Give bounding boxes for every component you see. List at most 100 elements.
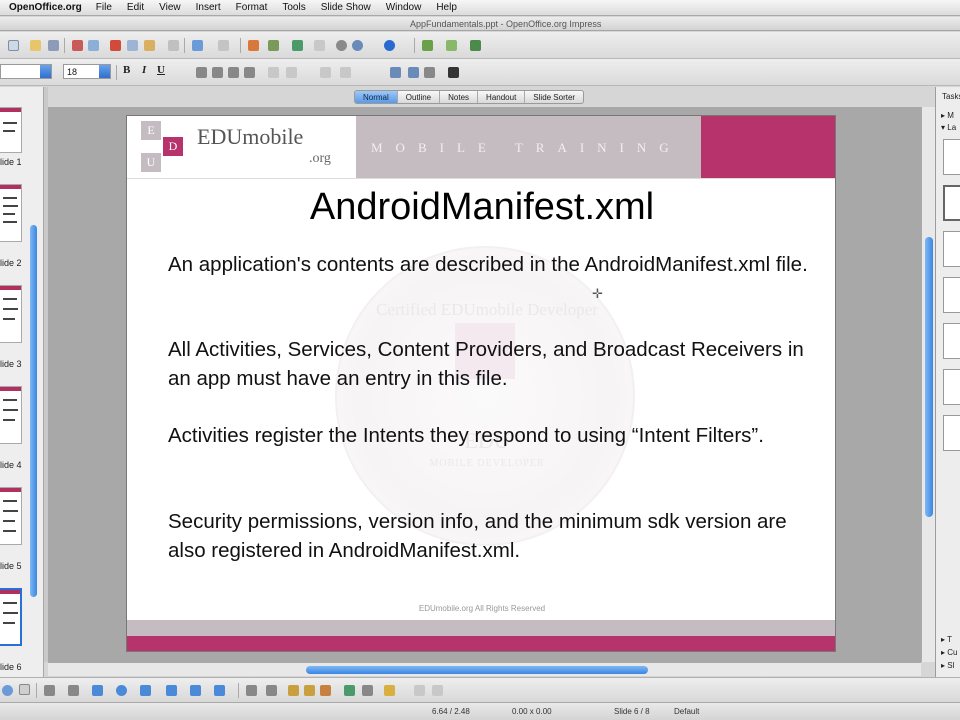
paste-icon[interactable] — [144, 40, 155, 51]
slide-show-icon[interactable] — [470, 40, 481, 51]
connector-icon[interactable] — [68, 685, 79, 696]
block-arrows-icon[interactable] — [140, 685, 151, 696]
task-pane-item[interactable]: ▸ Cu — [941, 648, 957, 657]
slide-canvas[interactable]: E D U EDUmobile .org MOBILE TRAINING Cer… — [126, 115, 836, 652]
bullet-text[interactable]: Activities register the Intents they res… — [168, 422, 808, 451]
menu-window[interactable]: Window — [386, 2, 422, 13]
tab-handout[interactable]: Handout — [478, 91, 526, 103]
indent-icon[interactable] — [320, 67, 331, 78]
open-icon[interactable] — [30, 40, 41, 51]
numbering-icon[interactable] — [286, 67, 297, 78]
font-color-icon[interactable] — [448, 67, 459, 78]
scrollbar-thumb[interactable] — [925, 237, 933, 517]
bullet-text[interactable]: An application's contents are described … — [168, 251, 808, 280]
copy-icon[interactable] — [127, 40, 138, 51]
tab-outline[interactable]: Outline — [398, 91, 441, 103]
new-document-icon[interactable] — [8, 40, 19, 51]
layout-preview[interactable] — [943, 323, 960, 359]
tab-notes[interactable]: Notes — [440, 91, 479, 103]
gallery-icon[interactable] — [304, 685, 315, 696]
help-icon[interactable] — [384, 40, 395, 51]
rotate-icon[interactable] — [344, 685, 355, 696]
bold-button[interactable]: B — [123, 64, 130, 76]
menu-help[interactable]: Help — [436, 2, 457, 13]
underline-button[interactable]: U — [157, 64, 165, 76]
menu-edit[interactable]: Edit — [127, 2, 144, 13]
email-icon[interactable] — [72, 40, 83, 51]
slide-title[interactable]: AndroidManifest.xml — [127, 186, 835, 229]
bullets-icon[interactable] — [268, 67, 279, 78]
basic-shapes-icon[interactable] — [92, 685, 103, 696]
undo-icon[interactable] — [192, 40, 203, 51]
task-pane-item[interactable]: ▸ M — [941, 111, 954, 120]
arrange-icon[interactable] — [384, 685, 395, 696]
extrusion-icon[interactable] — [414, 685, 425, 696]
tab-slide-sorter[interactable]: Slide Sorter — [525, 91, 583, 103]
from-file-icon[interactable] — [288, 685, 299, 696]
task-pane-item[interactable]: ▾ La — [941, 123, 956, 132]
layout-preview[interactable] — [943, 277, 960, 313]
redo-icon[interactable] — [218, 40, 229, 51]
tab-normal[interactable]: Normal — [355, 91, 398, 103]
chevron-down-icon[interactable] — [99, 65, 110, 78]
outdent-icon[interactable] — [340, 67, 351, 78]
slide-thumbnail-2[interactable] — [0, 184, 22, 242]
table-icon[interactable] — [268, 40, 279, 51]
bullet-text[interactable]: Security permissions, version info, and … — [168, 508, 808, 565]
zoom-icon[interactable] — [352, 40, 363, 51]
character-icon[interactable] — [424, 67, 435, 78]
slide-thumbnail-3[interactable] — [0, 285, 22, 343]
fontwork-icon[interactable] — [320, 685, 331, 696]
menu-file[interactable]: File — [96, 2, 112, 13]
format-paintbrush-icon[interactable] — [168, 40, 179, 51]
font-size-box[interactable]: 18 — [63, 64, 111, 79]
points-icon[interactable] — [246, 685, 257, 696]
menu-view[interactable]: View — [159, 2, 181, 13]
show-draw-functions-icon[interactable] — [314, 40, 325, 51]
callouts-icon[interactable] — [190, 685, 201, 696]
decrease-spacing-icon[interactable] — [408, 67, 419, 78]
menu-format[interactable]: Format — [236, 2, 268, 13]
slide-design-icon[interactable] — [446, 40, 457, 51]
ellipse-icon[interactable] — [2, 685, 13, 696]
italic-button[interactable]: I — [142, 64, 146, 76]
slide-thumbnail-6[interactable] — [0, 588, 22, 646]
alignment-icon[interactable] — [362, 685, 373, 696]
font-name-box[interactable] — [0, 64, 52, 79]
slide-thumbnail-4[interactable] — [0, 386, 22, 444]
slide-thumbnail-5[interactable] — [0, 487, 22, 545]
curve-icon[interactable] — [44, 685, 55, 696]
scrollbar-thumb[interactable] — [306, 666, 648, 674]
stars-icon[interactable] — [214, 685, 225, 696]
layout-preview[interactable] — [943, 415, 960, 451]
align-center-icon[interactable] — [212, 67, 223, 78]
text-tool-icon[interactable] — [19, 684, 30, 695]
slide-thumbnail-1[interactable] — [0, 107, 22, 153]
chevron-down-icon[interactable] — [40, 65, 51, 78]
app-menu[interactable]: OpenOffice.org — [9, 2, 82, 13]
horizontal-scrollbar[interactable] — [48, 662, 921, 676]
edit-file-icon[interactable] — [88, 40, 99, 51]
navigator-icon[interactable] — [336, 40, 347, 51]
shadow-icon[interactable] — [432, 685, 443, 696]
justify-icon[interactable] — [244, 67, 255, 78]
align-left-icon[interactable] — [196, 67, 207, 78]
glue-points-icon[interactable] — [266, 685, 277, 696]
vertical-scrollbar[interactable] — [921, 107, 935, 662]
chart-icon[interactable] — [248, 40, 259, 51]
flowchart-icon[interactable] — [166, 685, 177, 696]
increase-spacing-icon[interactable] — [390, 67, 401, 78]
slides-pane-scrollbar[interactable] — [30, 225, 37, 597]
task-pane-item[interactable]: ▸ Sl — [941, 661, 954, 670]
task-pane-item[interactable]: ▸ T — [941, 635, 952, 644]
menu-slide-show[interactable]: Slide Show — [321, 2, 371, 13]
bullet-text[interactable]: All Activities, Services, Content Provid… — [168, 336, 808, 393]
layout-preview[interactable] — [943, 185, 960, 221]
layout-preview[interactable] — [943, 369, 960, 405]
symbol-shapes-icon[interactable] — [116, 685, 127, 696]
align-right-icon[interactable] — [228, 67, 239, 78]
hyperlink-icon[interactable] — [292, 40, 303, 51]
layout-preview[interactable] — [943, 139, 960, 175]
slide-layout-icon[interactable] — [422, 40, 433, 51]
save-icon[interactable] — [48, 40, 59, 51]
